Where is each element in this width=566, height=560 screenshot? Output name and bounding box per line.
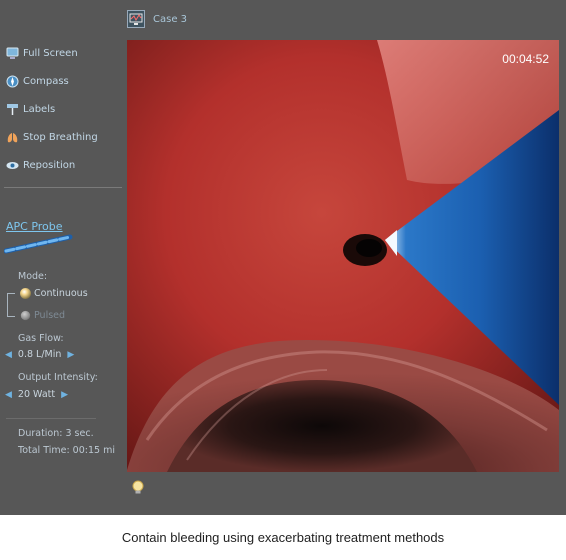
endoscope-viewport[interactable]: 00:04:52 [127, 40, 559, 472]
apc-probe-link[interactable]: APC Probe [6, 220, 63, 233]
case-monitor-icon[interactable] [127, 10, 145, 28]
sidebar-divider-2 [6, 418, 96, 419]
output-decrease-arrow-icon[interactable]: ◀ [5, 390, 12, 400]
monitor-icon [6, 47, 19, 60]
output-intensity-stepper: ◀ 20 Watt ▶ [5, 389, 68, 400]
endoscopic-scene [127, 40, 559, 472]
sidebar: Full Screen Compass Labels Stop Breathin… [0, 0, 125, 515]
reposition-button[interactable]: Reposition [6, 159, 75, 172]
full-screen-label: Full Screen [23, 48, 78, 59]
mode-label: Mode: [18, 271, 48, 282]
gas-flow-value: 0.8 L/Min [17, 349, 62, 360]
mode-continuous-radio[interactable]: Continuous [20, 288, 88, 299]
gas-flow-decrease-arrow-icon[interactable]: ◀ [5, 350, 12, 360]
labels-label: Labels [23, 104, 56, 115]
gas-flow-stepper: ◀ 0.8 L/Min ▶ [5, 349, 74, 360]
case-title: Case 3 [153, 13, 188, 25]
duration-text: Duration: 3 sec. [18, 428, 94, 439]
apc-probe-icon [3, 234, 74, 258]
stop-breathing-button[interactable]: Stop Breathing [6, 131, 98, 144]
radio-unselected-icon [20, 310, 31, 321]
compass-button[interactable]: Compass [6, 75, 69, 88]
case-header: Case 3 [127, 10, 187, 28]
compass-label: Compass [23, 76, 69, 87]
output-increase-arrow-icon[interactable]: ▶ [61, 390, 68, 400]
sidebar-divider [4, 187, 122, 188]
total-time-text: Total Time: 00:15 mi [18, 445, 115, 456]
compass-icon [6, 75, 19, 88]
simulator-window: Case 3 Full Screen Compass Labels Stop B… [0, 0, 566, 515]
mode-bracket [7, 293, 15, 317]
full-screen-button[interactable]: Full Screen [6, 47, 78, 60]
caption-text: Contain bleeding using exacerbating trea… [121, 530, 445, 545]
gas-flow-increase-arrow-icon[interactable]: ▶ [67, 350, 74, 360]
lightbulb-icon [131, 480, 145, 500]
labels-button[interactable]: Labels [6, 103, 55, 116]
continuous-label: Continuous [34, 288, 88, 299]
eye-icon [6, 159, 19, 172]
reposition-label: Reposition [23, 160, 76, 171]
gas-flow-label: Gas Flow: [18, 333, 64, 344]
radio-selected-icon [20, 288, 31, 299]
lungs-icon [6, 131, 19, 144]
label-pin-icon [6, 103, 19, 116]
stop-breathing-label: Stop Breathing [23, 132, 98, 143]
hint-button[interactable] [131, 480, 145, 500]
mode-pulsed-radio[interactable]: Pulsed [20, 310, 65, 321]
output-intensity-value: 20 Watt [17, 389, 56, 400]
output-intensity-label: Output Intensity: [18, 372, 98, 383]
pulsed-label: Pulsed [34, 310, 66, 321]
elapsed-timer: 00:04:52 [502, 52, 549, 66]
